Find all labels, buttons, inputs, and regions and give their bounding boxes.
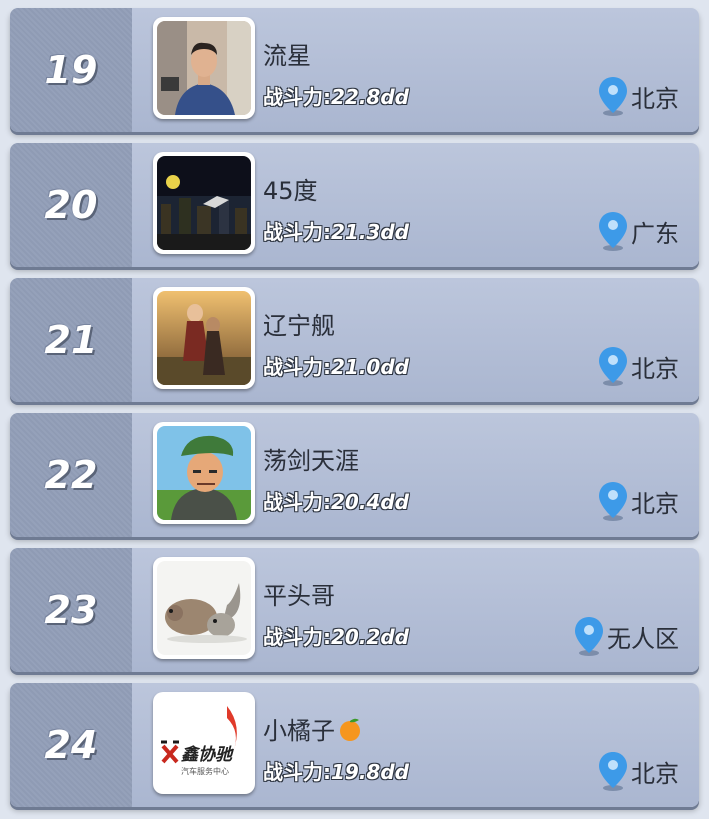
location: 北京 [597,344,679,388]
location-city: 北京 [631,354,679,383]
user-avatar[interactable] [153,17,255,119]
night-city-avatar-icon [157,156,251,250]
power-label: 战斗力 [263,355,323,379]
leaderboard-row[interactable]: 22 荡剑天涯 战斗力:20.4dd 北京 [10,413,699,537]
user-avatar[interactable] [153,422,255,524]
location-pin-icon [575,617,603,656]
rank-number: 19 [44,48,98,92]
location: 北京 [597,74,679,118]
user-avatar[interactable] [153,557,255,659]
location-pin-icon [599,347,627,386]
location: 北京 [597,749,679,793]
logo-avatar-icon: 鑫协驰 汽车服务中心 [157,696,251,790]
power-value: 22.8dd [331,85,409,109]
power-label: 战斗力 [263,625,323,649]
user-avatar[interactable]: 鑫协驰 汽车服务中心 [153,692,255,794]
leaderboard-row[interactable]: 23 平头哥 战斗力:20.2dd 无人区 [10,548,699,672]
player-name: 45度 [263,177,318,205]
power-value: 20.2dd [331,625,409,649]
power-stat: 战斗力:22.8dd [263,81,409,110]
location-city: 无人区 [607,624,679,653]
power-value: 21.3dd [331,220,409,244]
power-colon: : [323,625,331,649]
power-label: 战斗力 [263,220,323,244]
player-name: 辽宁舰 [263,312,335,340]
power-colon: : [323,760,331,784]
logo-text: 鑫协驰 [181,745,235,765]
power-value: 20.4dd [331,490,409,514]
user-avatar[interactable] [153,287,255,389]
player-name-text: 小橘子 [263,717,335,745]
location-city: 北京 [631,759,679,788]
power-value: 19.8dd [331,760,409,784]
rank-number: 22 [44,453,98,497]
man-photo-avatar-icon [157,21,251,115]
rank-number: 20 [44,183,98,227]
power-colon: : [323,490,331,514]
location-pin-icon [599,752,627,791]
power-stat: 战斗力:21.3dd [263,216,409,245]
player-name: 流星 [263,42,311,70]
player-name: 平头哥 [263,582,335,610]
power-label: 战斗力 [263,490,323,514]
power-stat: 战斗力:20.4dd [263,486,409,515]
power-colon: : [323,85,331,109]
leaderboard-row[interactable]: 20 45度 战斗力:21.3dd 广东 [10,143,699,267]
rank-number: 24 [44,723,98,767]
location-city: 北京 [631,84,679,113]
power-label: 战斗力 [263,760,323,784]
rank-number: 21 [44,318,98,362]
leaderboard-row[interactable]: 24 鑫协驰 汽车服务中心 小橘子 战斗力:19.8dd 北京 [10,683,699,807]
power-label: 战斗力 [263,85,323,109]
guinea-pig-squirrel-avatar-icon [157,561,251,655]
logo-subtext: 汽车服务中心 [181,766,229,776]
soldier-cartoon-avatar-icon [157,426,251,520]
power-value: 21.0dd [331,355,409,379]
location-city: 北京 [631,489,679,518]
orange-emoji-icon [340,718,360,741]
location-city: 广东 [631,219,679,248]
leaderboard-row[interactable]: 21 辽宁舰 战斗力:21.0dd 北京 [10,278,699,402]
player-name: 小橘子 [263,711,363,746]
location: 北京 [597,479,679,523]
location-pin-icon [599,482,627,521]
power-stat: 战斗力:19.8dd [263,756,409,785]
rank-number: 23 [44,588,98,632]
location: 广东 [597,209,679,253]
power-stat: 战斗力:20.2dd [263,621,409,650]
location-pin-icon [599,77,627,116]
leaderboard-list: 19 流星 战斗力:22.8dd 北京 20 45度 战斗力:21.3dd 广东… [0,0,709,819]
power-colon: : [323,355,331,379]
power-colon: : [323,220,331,244]
location-pin-icon [599,212,627,251]
couple-sunset-avatar-icon [157,291,251,385]
user-avatar[interactable] [153,152,255,254]
leaderboard-row[interactable]: 19 流星 战斗力:22.8dd 北京 [10,8,699,132]
power-stat: 战斗力:21.0dd [263,351,409,380]
location: 无人区 [573,614,679,658]
player-name: 荡剑天涯 [263,447,359,475]
